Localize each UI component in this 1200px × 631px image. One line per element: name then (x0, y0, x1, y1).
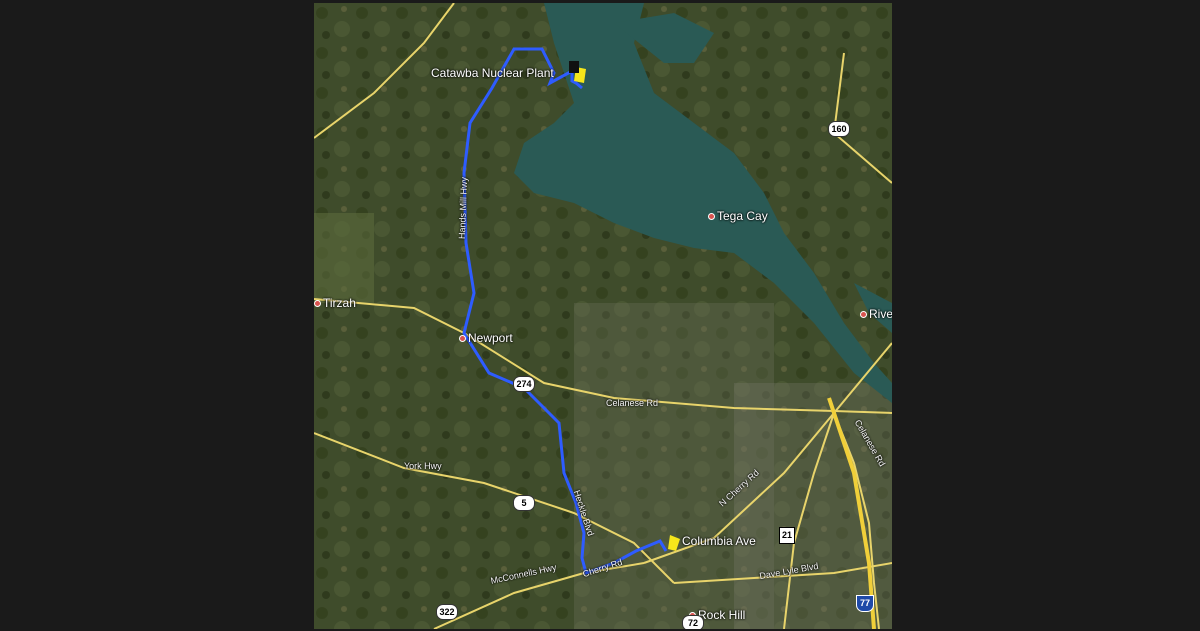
place-dot-icon (860, 311, 867, 319)
place-columbia-ave[interactable]: Columbia Ave (682, 534, 756, 548)
i-77-shield-icon: 77 (856, 595, 874, 612)
place-dot-icon (314, 300, 321, 308)
place-tirzah[interactable]: Tirzah (314, 296, 356, 310)
sc-274-shield-icon: 274 (513, 376, 535, 392)
sc-5-shield-icon: 5 (513, 495, 535, 511)
road-label-york-hwy: York Hwy (404, 461, 442, 471)
sc-160-shield-icon: 160 (828, 121, 850, 137)
us-21-shield-icon: 21 (779, 527, 795, 544)
sc-72-shield-icon: 72 (682, 615, 704, 629)
satellite-map[interactable]: Catawba Nuclear Plant Tega Cay Tirzah Ne… (314, 3, 892, 629)
place-newport[interactable]: Newport (459, 331, 513, 345)
sc-322-shield-icon: 322 (436, 604, 458, 620)
road-label-celanese: Celanese Rd (606, 398, 659, 408)
place-catawba-nuclear-plant[interactable]: Catawba Nuclear Plant (431, 66, 554, 80)
place-dot-icon (708, 213, 715, 221)
place-river[interactable]: Rive (860, 307, 892, 321)
place-tega-cay[interactable]: Tega Cay (708, 209, 768, 223)
place-dot-icon (459, 335, 466, 343)
map-canvas (314, 3, 892, 629)
